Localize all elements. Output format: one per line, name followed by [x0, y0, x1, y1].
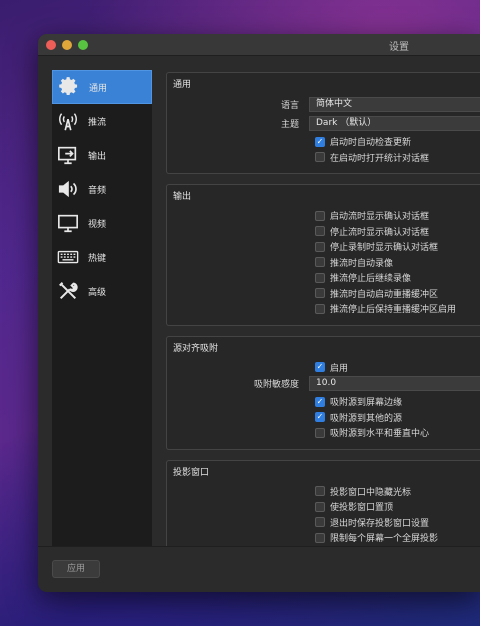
output-checkbox[interactable]: 推流停止后保持重播缓冲区启用: [173, 301, 480, 317]
general-group: 通用 语言 简体中文 主题 Dark （默认） 启动时自动检查更新 在启动时打开…: [166, 72, 480, 174]
broadcast-icon: [56, 109, 80, 133]
projector-checkbox[interactable]: 限制每个屏幕一个全屏投影: [173, 530, 480, 546]
checkbox-label: 启用: [330, 363, 349, 374]
language-label: 语言: [280, 101, 299, 111]
output-group: 输出 启动流时显示确认对话框 停止流时显示确认对话框 停止录制时显示确认对话框 …: [166, 184, 480, 326]
checkbox-unchecked-icon[interactable]: [315, 501, 325, 512]
checkbox-unchecked-icon[interactable]: [315, 303, 325, 314]
output-checkbox[interactable]: 推流时自动录像: [173, 255, 480, 271]
checkbox-label: 启动流时显示确认对话框: [330, 212, 430, 223]
sidebar-item-label: 推流: [88, 117, 107, 128]
snapping-group: 源对齐吸附 启用 吸附敏感度 10.0 吸附源到屏幕边缘 吸附源到其他的源 吸附…: [166, 335, 480, 450]
snapping-checkbox[interactable]: 吸附源到其他的源: [173, 410, 480, 426]
output-checkbox[interactable]: 启动流时显示确认对话框: [173, 208, 480, 224]
group-title: 输出: [173, 192, 192, 202]
sidebar-item-label: 热键: [88, 253, 107, 264]
checkbox-label: 退出时保存投影窗口设置: [330, 518, 430, 529]
checkbox-label: 投影窗口中隐藏光标: [330, 487, 412, 498]
theme-select[interactable]: Dark （默认）: [309, 116, 480, 131]
sensitivity-label: 吸附敏感度: [253, 380, 299, 390]
language-select[interactable]: 简体中文: [309, 97, 480, 112]
output-checkbox[interactable]: 停止录制时显示确认对话框: [173, 239, 480, 255]
sidebar-item-audio[interactable]: 音频: [52, 172, 152, 206]
sensitivity-row: 吸附敏感度 10.0: [173, 375, 480, 392]
checkbox-label: 启动时自动检查更新: [330, 138, 412, 149]
checkbox-checked-icon[interactable]: [315, 412, 325, 423]
language-row: 语言 简体中文: [173, 96, 480, 113]
checkbox-label: 推流停止后保持重播缓冲区启用: [330, 305, 457, 316]
projector-checkbox[interactable]: 投影窗口中隐藏光标: [173, 484, 480, 500]
apply-button[interactable]: 应用: [52, 560, 100, 578]
checkbox-unchecked-icon[interactable]: [315, 532, 325, 543]
sidebar-item-advanced[interactable]: 高级: [52, 274, 152, 308]
snapping-enable-checkbox[interactable]: 启用: [173, 360, 480, 376]
snapping-checkbox[interactable]: 吸附源到屏幕边缘: [173, 394, 480, 410]
checkbox-label: 使投影窗口置顶: [330, 503, 394, 514]
checkbox-label: 停止流时显示确认对话框: [330, 227, 430, 238]
checkbox-unchecked-icon[interactable]: [315, 272, 325, 283]
auto-update-checkbox[interactable]: 启动时自动检查更新: [173, 134, 480, 150]
checkbox-checked-icon[interactable]: [315, 362, 325, 373]
footer-divider: [38, 546, 480, 547]
projector-group: 投影窗口 投影窗口中隐藏光标 使投影窗口置顶 退出时保存投影窗口设置 限制每个屏…: [166, 459, 480, 546]
group-title: 通用: [173, 80, 192, 90]
checkbox-label: 推流时自动启动重播缓冲区: [330, 289, 439, 300]
checkbox-unchecked-icon[interactable]: [315, 517, 325, 528]
open-stats-checkbox[interactable]: 在启动时打开统计对话框: [173, 150, 480, 166]
checkbox-unchecked-icon[interactable]: [315, 152, 325, 163]
sidebar-item-label: 通用: [89, 83, 108, 94]
checkbox-unchecked-icon[interactable]: [315, 257, 325, 268]
snapping-checkbox[interactable]: 吸附源到水平和垂直中心: [173, 425, 480, 441]
settings-content[interactable]: 通用 语言 简体中文 主题 Dark （默认） 启动时自动检查更新 在启动时打开…: [166, 72, 480, 546]
checkbox-checked-icon[interactable]: [315, 396, 325, 407]
checkbox-label: 吸附源到水平和垂直中心: [330, 429, 430, 440]
theme-row: 主题 Dark （默认）: [173, 115, 480, 132]
gear-icon: [57, 75, 81, 99]
sidebar-item-output[interactable]: 输出: [52, 138, 152, 172]
output-checkbox[interactable]: 推流时自动启动重播缓冲区: [173, 286, 480, 302]
theme-label: 主题: [280, 120, 299, 130]
checkbox-label: 在启动时打开统计对话框: [330, 153, 430, 164]
checkbox-label: 推流时自动录像: [330, 258, 394, 269]
sidebar-item-label: 输出: [88, 151, 107, 162]
checkbox-unchecked-icon[interactable]: [315, 427, 325, 438]
checkbox-label: 限制每个屏幕一个全屏投影: [330, 534, 439, 545]
title-bar: 设置: [38, 34, 480, 56]
projector-checkbox[interactable]: 使投影窗口置顶: [173, 499, 480, 515]
projector-checkbox[interactable]: 退出时保存投影窗口设置: [173, 515, 480, 531]
checkbox-label: 吸附源到屏幕边缘: [330, 398, 403, 409]
checkbox-unchecked-icon[interactable]: [315, 241, 325, 252]
checkbox-unchecked-icon[interactable]: [315, 210, 325, 221]
monitor-icon: [56, 211, 80, 235]
checkbox-label: 停止录制时显示确认对话框: [330, 243, 439, 254]
checkbox-unchecked-icon[interactable]: [315, 288, 325, 299]
tools-icon: [56, 279, 80, 303]
checkbox-unchecked-icon[interactable]: [315, 486, 325, 497]
checkbox-checked-icon[interactable]: [315, 136, 325, 147]
sidebar-item-label: 音频: [88, 185, 107, 196]
checkbox-unchecked-icon[interactable]: [315, 226, 325, 237]
settings-window: 设置 通用 推流 输出 音频 视频 热键 高级 通用 语言 简体中文 主题 Da…: [38, 34, 480, 592]
sidebar-item-stream[interactable]: 推流: [52, 104, 152, 138]
sidebar-item-video[interactable]: 视频: [52, 206, 152, 240]
checkbox-label: 推流停止后继续录像: [330, 274, 412, 285]
speaker-icon: [56, 177, 80, 201]
sidebar-item-general[interactable]: 通用: [52, 70, 152, 104]
group-title: 投影窗口: [173, 467, 210, 478]
output-checkbox[interactable]: 推流停止后继续录像: [173, 270, 480, 286]
window-title: 设置: [389, 42, 409, 53]
sensitivity-spinbox[interactable]: 10.0: [309, 376, 480, 391]
checkbox-label: 吸附源到其他的源: [330, 413, 403, 424]
sidebar-item-label: 高级: [88, 287, 107, 298]
output-checkbox[interactable]: 停止流时显示确认对话框: [173, 224, 480, 240]
sidebar-item-hotkeys[interactable]: 热键: [52, 240, 152, 274]
group-title: 源对齐吸附: [173, 343, 219, 354]
sidebar-item-label: 视频: [88, 219, 107, 230]
output-icon: [56, 143, 80, 167]
keyboard-icon: [56, 245, 80, 269]
settings-sidebar: 通用 推流 输出 音频 视频 热键 高级: [52, 70, 152, 546]
